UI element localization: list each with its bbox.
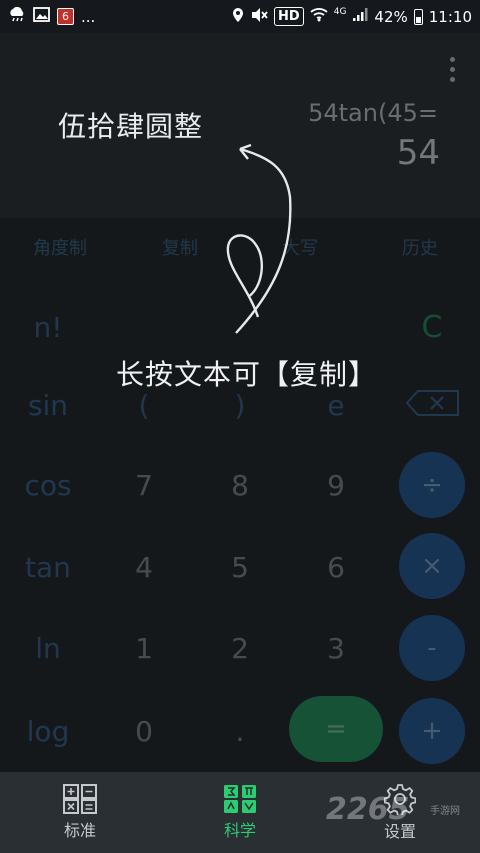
digit-9-key[interactable]: 9 [288,450,384,520]
digit-0-key[interactable]: 0 [96,696,192,766]
tab-standard[interactable]: 标准 [20,772,140,853]
keypad: 角度制 复制 大写 历史 n! C sin ( ) e cos 7 8 9 ÷ … [0,218,480,772]
digit-3-key[interactable]: 3 [288,613,384,683]
digit-1-key[interactable]: 1 [96,613,192,683]
digit-6-key[interactable]: 6 [288,532,384,602]
expression-text[interactable]: 54tan(45= [308,99,438,127]
calculator-screen: 6 ... HD 4G 42% 11:10 54tan(45= 54 角度制 复… [0,0,480,853]
e-key[interactable]: e [288,370,384,440]
minus-key[interactable]: - [399,615,465,681]
factorial-key[interactable]: n! [0,292,96,362]
cos-key[interactable]: cos [0,450,96,520]
location-icon [232,7,244,27]
tab-scientific-label: 科学 [223,821,256,840]
bottom-navigation: 标准 科学 设置 2265 手游网 [0,772,480,853]
notification-badge: 6 [57,8,74,25]
wifi-icon [310,7,328,26]
watermark-logo: 2265 [326,792,410,827]
sin-key[interactable]: sin [0,370,96,440]
gallery-icon [33,7,50,26]
function-row: 角度制 复制 大写 历史 [0,234,480,270]
mute-icon [250,7,268,27]
decimal-point-key[interactable]: . [192,696,288,766]
result-text[interactable]: 54 [397,133,440,173]
multiply-key[interactable]: × [399,533,465,599]
clock: 11:10 [428,7,472,26]
divide-key[interactable]: ÷ [399,452,465,518]
copy-button[interactable]: 复制 [120,234,240,260]
angle-mode-button[interactable]: 角度制 [0,234,120,260]
tab-standard-label: 标准 [63,821,96,840]
hd-badge: HD [274,7,304,26]
digit-7-key[interactable]: 7 [96,450,192,520]
watermark-subtext: 手游网 [430,806,460,817]
ln-key[interactable]: ln [0,613,96,683]
log-key[interactable]: log [0,696,96,766]
standard-calculator-icon [63,784,97,814]
status-bar: 6 ... HD 4G 42% 11:10 [0,0,480,33]
close-paren-key[interactable]: ) [192,370,288,440]
uppercase-button[interactable]: 大写 [240,234,360,260]
more-notifications: ... [81,7,96,26]
more-options-icon[interactable] [448,57,456,82]
backspace-icon[interactable] [406,390,460,416]
digit-8-key[interactable]: 8 [192,450,288,520]
scientific-calculator-icon [224,785,256,813]
plus-key[interactable]: + [399,698,465,764]
equals-key[interactable]: = [289,696,383,762]
open-paren-key[interactable]: ( [96,370,192,440]
tab-scientific[interactable]: 科学 [180,772,300,853]
battery-icon [413,8,423,25]
signal-icon [352,7,368,26]
tan-key[interactable]: tan [0,532,96,602]
history-button[interactable]: 历史 [360,234,480,260]
digit-2-key[interactable]: 2 [192,613,288,683]
battery-percent: 42% [374,7,408,26]
calculator-display: 54tan(45= 54 [0,33,480,218]
digit-4-key[interactable]: 4 [96,532,192,602]
clear-key[interactable]: C [384,292,480,362]
network-type: 4G [333,6,347,17]
weather-icon [8,6,26,27]
digit-5-key[interactable]: 5 [192,532,288,602]
